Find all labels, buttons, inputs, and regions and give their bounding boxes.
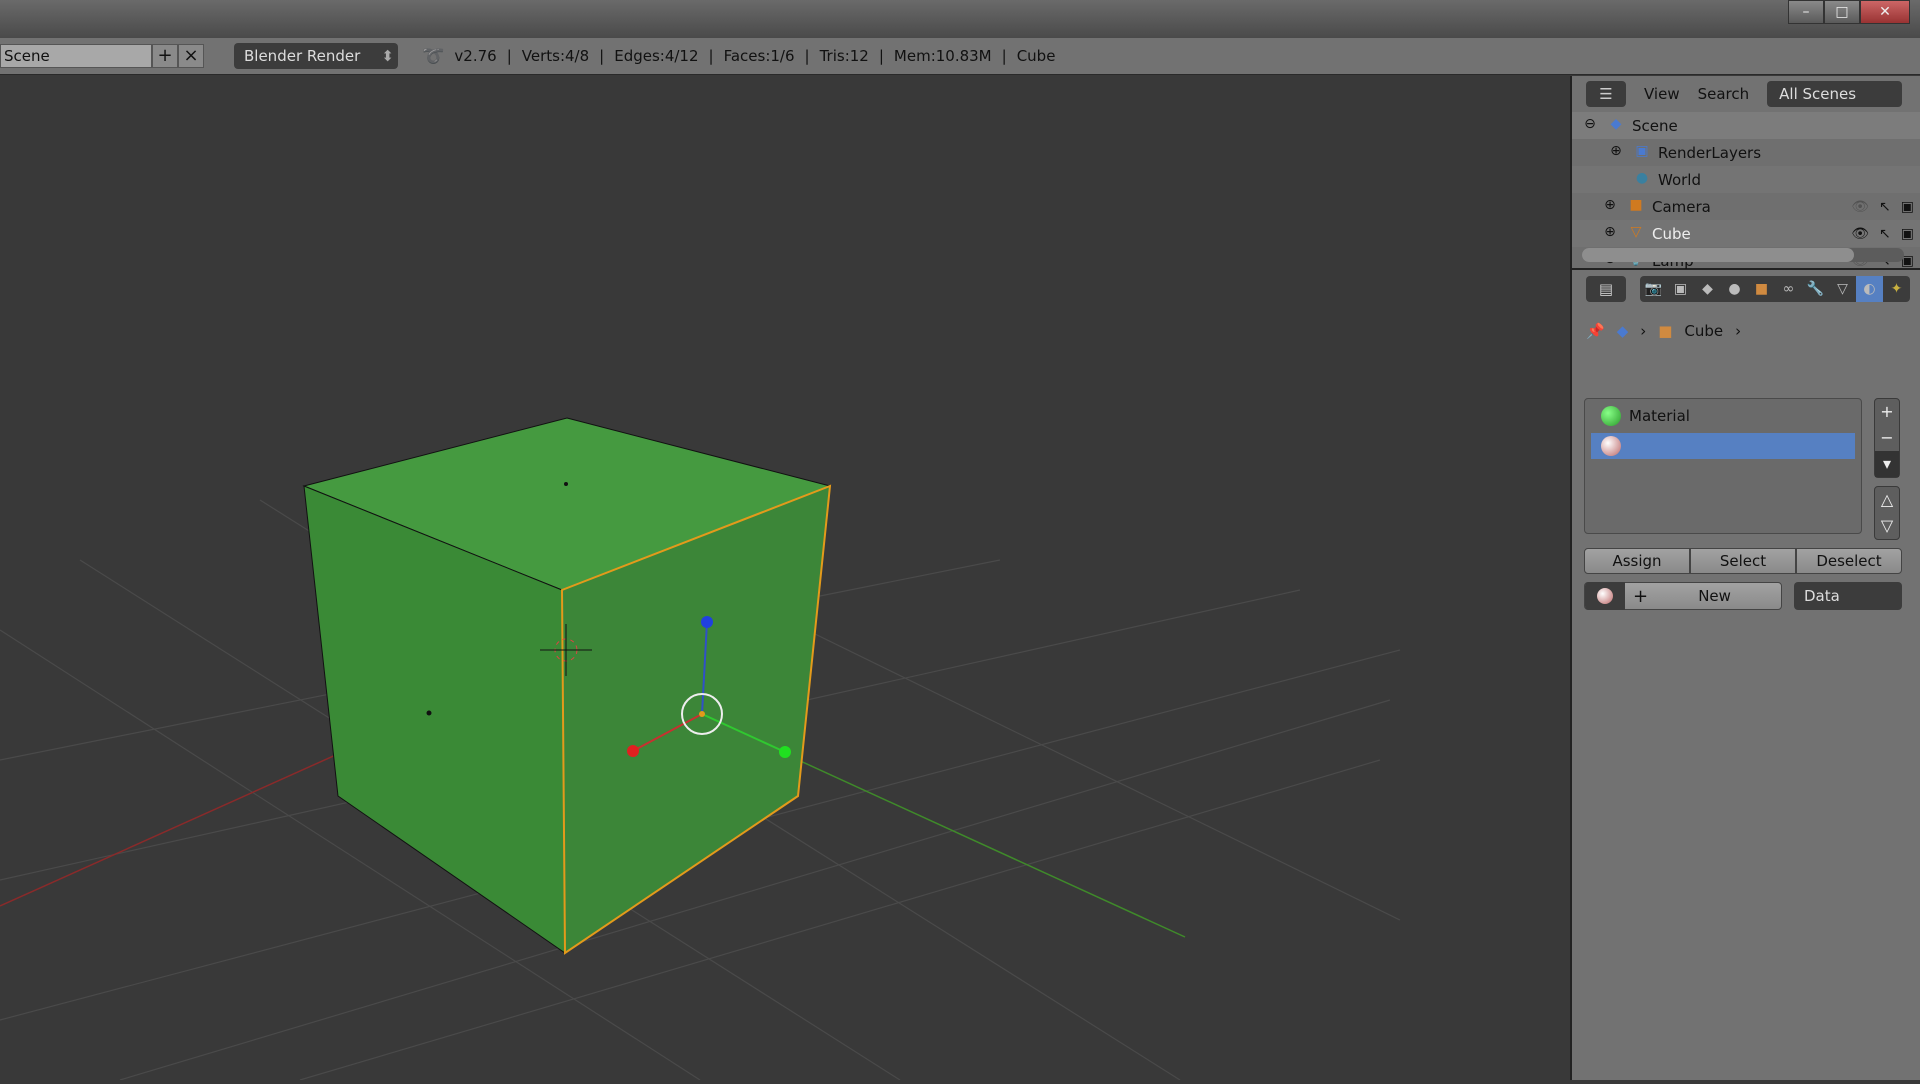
title-bar: – □ ✕ bbox=[0, 0, 1920, 38]
select-icon[interactable]: ↖ bbox=[1879, 199, 1891, 215]
remove-slot-button[interactable]: − bbox=[1875, 425, 1899, 451]
outliner-item-world[interactable]: ● World bbox=[1572, 166, 1920, 193]
add-scene-button[interactable]: + bbox=[152, 44, 178, 68]
item-label: Cube bbox=[1652, 224, 1691, 243]
maximize-button[interactable]: □ bbox=[1824, 0, 1860, 24]
render-icon[interactable]: ▣ bbox=[1901, 226, 1914, 242]
scene-stats: ➰ v2.76 | Verts:4/8 | Edges:4/12 | Faces:1/… bbox=[422, 45, 1056, 67]
mem-stat: Mem:10.83M bbox=[893, 47, 992, 65]
object-icon: ■ bbox=[1658, 322, 1673, 340]
version: v2.76 bbox=[454, 47, 497, 65]
new-label: New bbox=[1698, 587, 1731, 605]
slot-actions: Assign Select Deselect bbox=[1584, 548, 1902, 574]
close-button[interactable]: ✕ bbox=[1860, 0, 1910, 24]
view-menu[interactable]: View bbox=[1644, 85, 1680, 103]
render-engine-dropdown[interactable]: Blender Render bbox=[234, 43, 398, 69]
verts-stat: Verts:4/8 bbox=[521, 47, 590, 65]
minimize-button[interactable]: – bbox=[1788, 0, 1824, 24]
material-ball-icon bbox=[1601, 436, 1621, 456]
mesh-icon: ▽ bbox=[1630, 223, 1642, 240]
material-ball-icon bbox=[1601, 406, 1621, 426]
add-slot-button[interactable]: + bbox=[1875, 399, 1899, 425]
browse-material-icon[interactable] bbox=[1585, 582, 1625, 610]
material-datablock-row: + New Data bbox=[1584, 582, 1902, 610]
move-up-button[interactable]: △ bbox=[1875, 487, 1899, 513]
editor-type-button[interactable]: ☰ bbox=[1586, 81, 1626, 107]
plus-icon: + bbox=[1633, 585, 1649, 607]
outliner-item-scene[interactable]: ⊖ ◆ Scene bbox=[1572, 112, 1920, 139]
assign-button[interactable]: Assign bbox=[1584, 548, 1690, 574]
display-mode-dropdown[interactable]: All Scenes bbox=[1767, 81, 1903, 107]
render-tab-icon[interactable]: 📷 bbox=[1640, 276, 1667, 302]
world-icon: ● bbox=[1635, 169, 1649, 186]
constraints-tab-icon[interactable]: ∞ bbox=[1775, 276, 1802, 302]
camera-icon: ■ bbox=[1629, 196, 1643, 213]
visibility-icon[interactable]: 👁 bbox=[1851, 199, 1869, 215]
scene-icon: ◆ bbox=[1616, 322, 1629, 340]
delete-scene-button[interactable]: × bbox=[178, 44, 204, 68]
scene-selector[interactable]: Scene bbox=[0, 44, 152, 68]
properties-tabs: 📷 ▣ ◆ ● ■ ∞ 🔧 ▽ ◐ ✦ bbox=[1640, 276, 1910, 302]
item-label: World bbox=[1658, 170, 1701, 189]
new-material-button[interactable]: + New bbox=[1584, 582, 1782, 610]
tris-stat: Tris:12 bbox=[819, 47, 869, 65]
modifiers-tab-icon[interactable]: 🔧 bbox=[1802, 276, 1829, 302]
outliner: ⊖ ◆ Scene ⊕ ▣ RenderLayers ● World ⊕ ■ Camera 👁 ↖… bbox=[1572, 112, 1920, 270]
outliner-item-camera[interactable]: ⊕ ■ Camera 👁 ↖ ▣ bbox=[1572, 193, 1920, 220]
item-label: Camera bbox=[1652, 197, 1711, 216]
renderlayers-icon: ▣ bbox=[1635, 142, 1649, 159]
outliner-item-cube[interactable]: ⊕ ▽ Cube 👁 ↖ ▣ bbox=[1572, 220, 1920, 247]
select-icon[interactable]: ↖ bbox=[1879, 226, 1891, 242]
scene-icon: ◆ bbox=[1610, 115, 1622, 132]
expand-icon[interactable]: ⊕ bbox=[1600, 197, 1620, 217]
outliner-scrollbar[interactable] bbox=[1582, 248, 1904, 262]
item-label: RenderLayers bbox=[1658, 143, 1762, 162]
material-tab-icon[interactable]: ◐ bbox=[1856, 276, 1883, 302]
expand-icon[interactable]: ⊕ bbox=[1606, 143, 1626, 163]
faces-stat: Faces:1/6 bbox=[723, 47, 795, 65]
scene-tab-icon[interactable]: ◆ bbox=[1694, 276, 1721, 302]
material-slot-selected[interactable] bbox=[1591, 433, 1855, 459]
scene-canvas[interactable] bbox=[0, 76, 1570, 1081]
select-button[interactable]: Select bbox=[1690, 548, 1796, 574]
outliner-header: ☰ View Search All Scenes bbox=[1572, 76, 1920, 112]
link-dropdown[interactable]: Data bbox=[1794, 582, 1902, 610]
3d-viewport[interactable] bbox=[0, 76, 1570, 1081]
edges-stat: Edges:4/12 bbox=[614, 47, 699, 65]
object-tab-icon[interactable]: ■ bbox=[1748, 276, 1775, 302]
item-label: Scene bbox=[1632, 116, 1678, 135]
blender-logo-icon: ➰ bbox=[422, 45, 445, 67]
slot-label: Material bbox=[1629, 407, 1690, 425]
collapse-icon[interactable]: ⊖ bbox=[1580, 116, 1600, 136]
outliner-item-renderlayers[interactable]: ⊕ ▣ RenderLayers bbox=[1572, 139, 1920, 166]
properties-header: ▤ 📷 ▣ ◆ ● ■ ∞ 🔧 ▽ ◐ ✦ bbox=[1572, 268, 1920, 308]
info-header: Scene + × Blender Render ➰ v2.76| Verts:… bbox=[0, 38, 1920, 75]
slot-move-controls: △ ▽ bbox=[1874, 486, 1900, 540]
pin-icon[interactable]: 📌 bbox=[1586, 322, 1605, 340]
right-panel: ☰ View Search All Scenes ⊖ ◆ Scene ⊕ ▣ Rende… bbox=[1570, 76, 1920, 1080]
active-object: Cube bbox=[1016, 47, 1056, 65]
breadcrumb: 📌 ◆ › ■ Cube › bbox=[1586, 322, 1742, 340]
texture-tab-icon[interactable]: ✦ bbox=[1883, 276, 1910, 302]
move-down-button[interactable]: ▽ bbox=[1875, 513, 1899, 539]
breadcrumb-object: Cube bbox=[1684, 322, 1724, 340]
world-tab-icon[interactable]: ● bbox=[1721, 276, 1748, 302]
material-slot-list[interactable]: Material bbox=[1584, 398, 1862, 534]
data-tab-icon[interactable]: ▽ bbox=[1829, 276, 1856, 302]
search-menu[interactable]: Search bbox=[1698, 85, 1750, 103]
material-slot[interactable]: Material bbox=[1591, 403, 1855, 429]
deselect-button[interactable]: Deselect bbox=[1796, 548, 1902, 574]
slot-specials-button[interactable]: ▾ bbox=[1875, 451, 1899, 477]
render-icon[interactable]: ▣ bbox=[1901, 199, 1914, 215]
visibility-icon[interactable]: 👁 bbox=[1851, 226, 1869, 242]
slot-controls: + − ▾ bbox=[1874, 398, 1900, 478]
renderlayers-tab-icon[interactable]: ▣ bbox=[1667, 276, 1694, 302]
expand-icon[interactable]: ⊕ bbox=[1600, 224, 1620, 244]
editor-type-button[interactable]: ▤ bbox=[1586, 276, 1626, 302]
